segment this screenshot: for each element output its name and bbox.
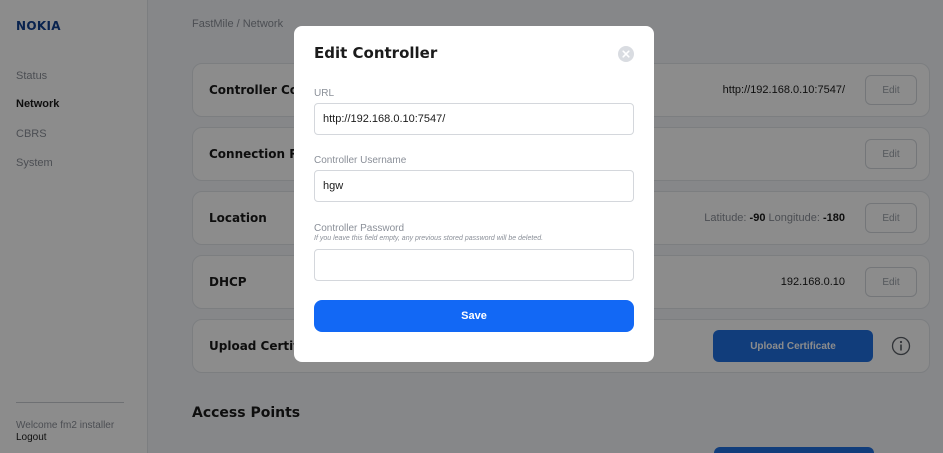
url-label: URL [314,88,335,99]
edit-controller-dialog: Edit Controller URL Controller Username … [294,26,654,362]
username-label: Controller Username [314,155,407,166]
save-button[interactable]: Save [314,300,634,332]
password-label: Controller Password [314,223,405,234]
close-icon[interactable] [618,46,634,62]
password-input[interactable] [314,249,634,281]
url-input[interactable] [314,103,634,135]
username-input[interactable] [314,170,634,202]
dialog-title: Edit Controller [314,44,438,62]
password-help-text: If you leave this field empty, any previ… [314,235,544,242]
